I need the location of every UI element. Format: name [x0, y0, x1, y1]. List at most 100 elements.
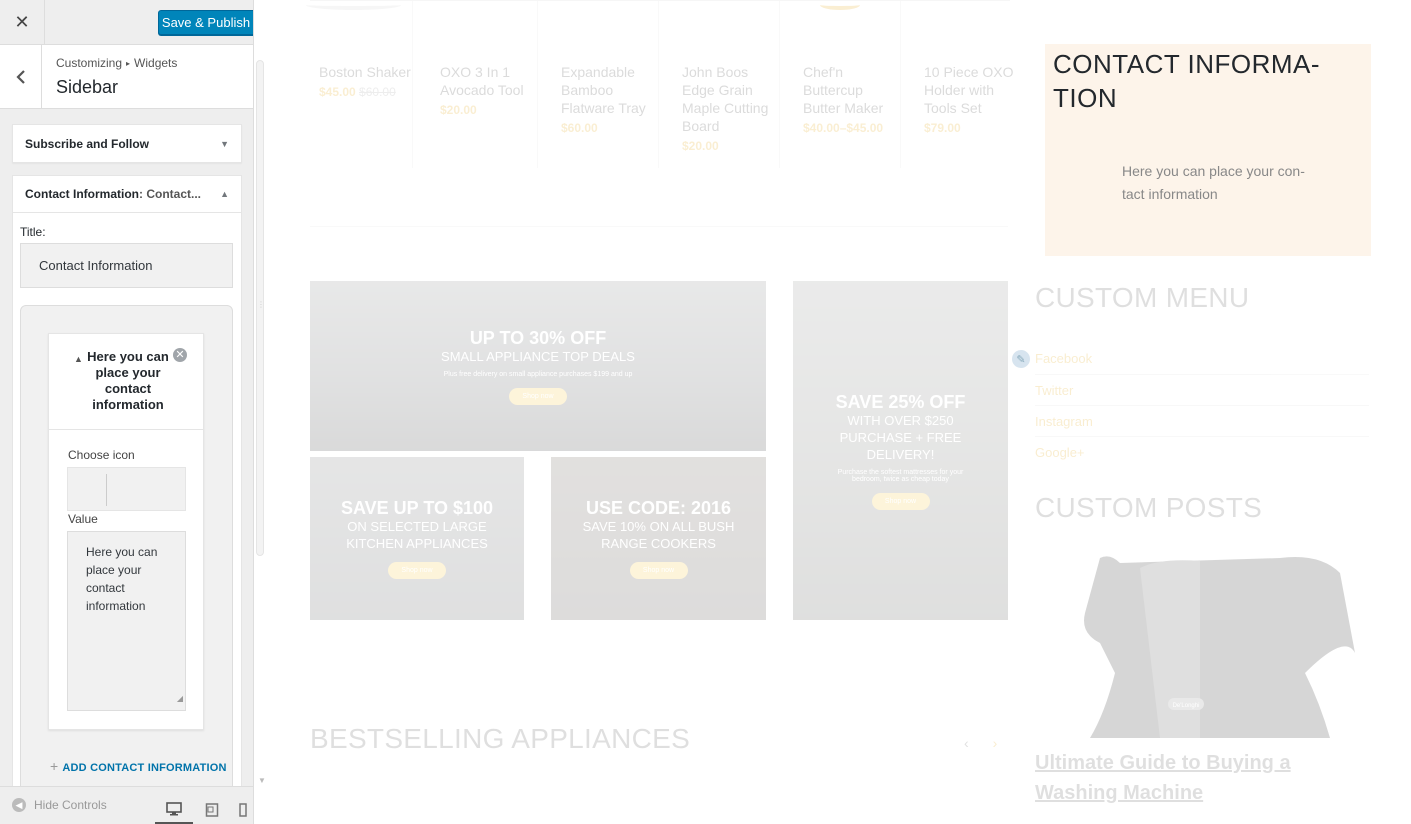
product-name: Chef'n Buttercup Butter Maker [803, 64, 884, 116]
banner-note: Plus free delivery on small appliance pu… [443, 370, 633, 378]
promo-banner[interactable]: UP TO 30% OFF SMALL APPLIANCE TOP DEALS … [310, 281, 766, 451]
close-icon: ✕ [14, 12, 30, 32]
widget-in-title: : Contact... [139, 187, 201, 201]
contact-item-title: Here you can place your contact informat… [87, 349, 169, 412]
widget-subscribe-follow[interactable]: Subscribe and Follow ▼ [12, 124, 242, 163]
divider [1035, 436, 1369, 437]
desktop-icon [166, 801, 182, 815]
prev-arrow-icon[interactable]: ‹ [964, 735, 993, 751]
banner-subline: SAVE 10% ON ALL BUSH RANGE COOKERS [582, 519, 735, 551]
menu-link-instagram[interactable]: Instagram [1035, 414, 1093, 429]
collapse-caret-icon[interactable]: ▲ [74, 354, 83, 364]
banner-shop-button[interactable]: Shop now [388, 562, 446, 579]
breadcrumb: Customizing ▸ Widgets [56, 56, 177, 70]
banner-headline: SAVE UP TO $100 [340, 498, 494, 518]
icon-picker[interactable] [67, 467, 186, 511]
product-price: $20.00 [440, 103, 477, 117]
divider [1035, 405, 1369, 406]
divider [310, 0, 1010, 1]
menu-link-twitter[interactable]: Twitter [1035, 383, 1073, 398]
save-publish-button[interactable]: Save & Publish [158, 10, 253, 35]
divider [1035, 374, 1369, 375]
contact-item-header[interactable]: ▲ Here you can place your contact inform… [49, 334, 203, 430]
tablet-preview-button[interactable] [193, 795, 231, 824]
plus-icon: + [50, 758, 59, 774]
post-title-link[interactable]: Ultimate Guide to Buying a Washing Machi… [1035, 748, 1365, 808]
product-card[interactable]: John Boos Edge Grain Maple Cutting Board… [659, 0, 780, 168]
menu-link-google-plus[interactable]: Google+ [1035, 445, 1085, 460]
kettle-brand-label: De'Longhi [1173, 703, 1200, 709]
title-input[interactable]: Contact Information [20, 243, 233, 288]
panel-header: ✕ Save & Publish [0, 0, 253, 45]
banner-shop-button[interactable]: Shop now [871, 492, 930, 510]
product-image [306, 0, 401, 10]
banner-note: Purchase the softest mattresses for your… [837, 468, 964, 483]
back-button[interactable] [0, 45, 42, 108]
custom-menu-heading: CUSTOM MENU [1035, 282, 1250, 313]
tablet-icon [205, 803, 219, 817]
panel-footer: ◀ Hide Controls [0, 786, 253, 824]
chevron-left-icon [15, 69, 25, 84]
divider [106, 474, 107, 506]
value-label: Value [68, 512, 98, 526]
product-image [820, 0, 860, 10]
mobile-preview-button[interactable] [231, 795, 253, 824]
carousel-arrows[interactable]: ‹› [964, 735, 1021, 751]
bestselling-heading: BESTSELLING APPLIANCES [310, 723, 691, 754]
hide-controls-button[interactable]: ◀ Hide Controls [12, 798, 107, 812]
collapse-arrow-icon[interactable]: ▲ [220, 189, 229, 199]
banner-headline: USE CODE: 2016 [585, 498, 732, 518]
promo-banner[interactable]: USE CODE: 2016 SAVE 10% ON ALL BUSH RANG… [551, 457, 766, 620]
menu-link-facebook[interactable]: Facebook [1035, 351, 1092, 366]
next-arrow-icon[interactable]: › [993, 735, 1022, 751]
product-price: $45.00 [319, 85, 356, 99]
breadcrumb-separator-icon: ▸ [126, 59, 131, 68]
banner-shop-button[interactable]: Shop now [629, 562, 688, 579]
promo-banner[interactable]: SAVE 25% OFF WITH OVER $250 PURCHASE + F… [793, 281, 1008, 620]
divider [310, 226, 1008, 227]
widget-title: Subscribe and Follow [25, 136, 150, 151]
banner-subline: ON SELECTED LARGE KITCHEN APPLIANCES [346, 519, 488, 551]
section-header: Customizing ▸ Widgets Sidebar [0, 45, 253, 109]
banner-headline: UP TO 30% OFF [469, 327, 607, 348]
contact-widget-text: Here you can place your con-tact informa… [1122, 163, 1305, 202]
custom-posts-heading: CUSTOM POSTS [1035, 492, 1263, 523]
add-contact-information-link[interactable]: + ADD CONTACT INFORMATION [50, 757, 227, 777]
banner-shop-button[interactable]: Shop now [509, 387, 567, 405]
desktop-preview-button[interactable] [155, 795, 193, 824]
product-card[interactable]: Chef'n Buttercup Butter Maker $40.00–$45.… [780, 0, 901, 168]
product-name: John Boos Edge Grain Maple Cutting Board [682, 64, 769, 134]
product-price: $20.00 [682, 139, 719, 153]
collapse-arrow-icon: ◀ [12, 798, 26, 812]
promo-banner[interactable]: SAVE UP TO $100 ON SELECTED LARGE KITCHE… [310, 457, 524, 620]
kettle-image[interactable]: De'Longhi [1080, 553, 1360, 738]
hide-controls-label: Hide Controls [34, 798, 107, 812]
product-card[interactable]: Expandable Bamboo Flatware Tray $60.00 [538, 0, 659, 168]
contact-widget-preview[interactable]: CONTACT INFORMA-TION Here you can place … [1045, 44, 1371, 256]
remove-item-icon[interactable]: ✕ [173, 348, 187, 362]
mobile-icon [238, 803, 247, 817]
product-name: Boston Shaker [319, 64, 411, 80]
value-textarea[interactable]: Here you can place your contact informat… [67, 531, 186, 711]
customizer-panel: ✕ Save & Publish Customizing ▸ Widgets Sid… [0, 0, 254, 824]
product-old-price: $60.00 [359, 85, 396, 99]
product-price: $60.00 [561, 121, 598, 135]
product-card[interactable]: OXO 3 In 1 Avocado Tool $20.00 [417, 0, 538, 168]
resize-grip-icon[interactable]: ⋮ [257, 300, 265, 309]
customizer-screen: Boston Shaker $45.00 $60.00 OXO 3 In 1 Av… [0, 0, 1411, 824]
edit-shortcut-pencil-icon[interactable]: ✎ [1010, 348, 1032, 370]
breadcrumb-customizing: Customizing [56, 56, 123, 70]
product-price: $40.00–$45.00 [803, 121, 884, 135]
close-customizer-button[interactable]: ✕ [0, 0, 45, 45]
scroll-down-icon[interactable]: ▼ [258, 776, 266, 785]
value-text: Here you can place your contact informat… [86, 545, 158, 613]
product-card[interactable]: 10 Piece OXO Holder with Tools Set $79.00 [901, 0, 1022, 168]
banner-subline: SMALL APPLIANCE TOP DEALS [441, 348, 635, 364]
product-card[interactable]: Boston Shaker $45.00 $60.00 [296, 0, 413, 168]
expand-arrow-icon[interactable]: ▼ [220, 139, 229, 149]
product-name: OXO 3 In 1 Avocado Tool [440, 64, 524, 98]
breadcrumb-widgets: Widgets [134, 56, 178, 70]
resize-handle-icon[interactable]: ◢ [177, 690, 183, 708]
banner-subline: WITH OVER $250 PURCHASE + FREE DELIVERY! [839, 412, 962, 462]
contact-widget-title: CONTACT INFORMA-TION [1053, 49, 1321, 113]
